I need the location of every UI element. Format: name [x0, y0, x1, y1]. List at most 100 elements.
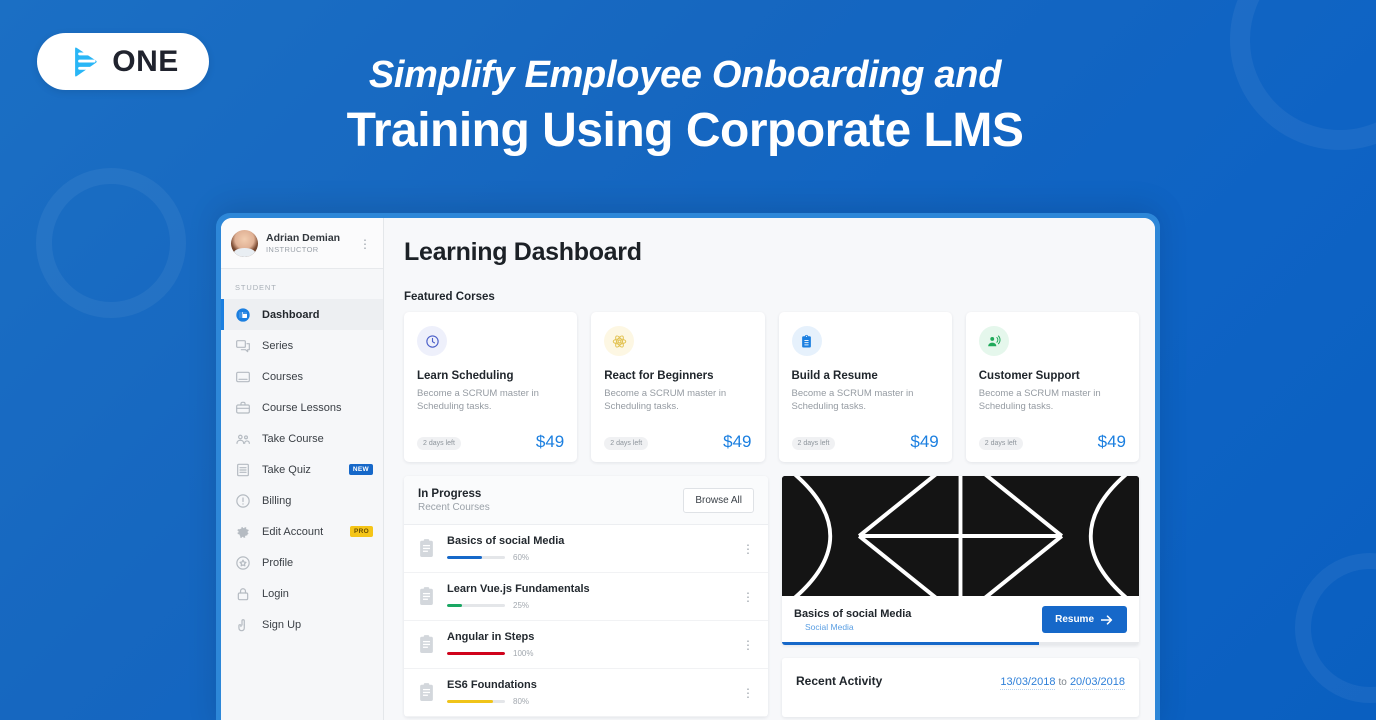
avatar: [231, 230, 258, 257]
sidebar-item-label: Billing: [262, 494, 292, 507]
date-from[interactable]: 13/03/2018: [1000, 676, 1056, 690]
course-card[interactable]: Build a Resume Become a SCRUM master in S…: [778, 312, 952, 462]
featured-courses-label: Featured Corses: [404, 291, 495, 303]
dashboard-icon: [236, 307, 250, 322]
clipboard-icon: [802, 334, 811, 347]
vertical-dots-icon[interactable]: ⋮: [742, 639, 754, 651]
sidebar-item-profile[interactable]: Profile: [221, 547, 383, 578]
sidebar-item-take-course[interactable]: Take Course: [221, 423, 383, 454]
sidebar-item-label: Series: [262, 339, 294, 352]
in-progress-row[interactable]: Angular in Steps 100% ⋮: [404, 621, 768, 669]
course-card-title: Learn Scheduling: [417, 370, 514, 382]
sidebar-item-login[interactable]: Login: [221, 578, 383, 609]
video-subtitle: Social Media: [805, 621, 854, 632]
resume-button[interactable]: Resume: [1042, 606, 1127, 633]
right-column: Basics of social Media Social Media Resu…: [782, 476, 1139, 717]
course-card[interactable]: Customer Support Become a SCRUM master in…: [965, 312, 1139, 462]
headline: Simplify Employee Onboarding and Trainin…: [230, 54, 1140, 159]
background-ring-left: [36, 168, 186, 318]
sidebar-nav-list: Dashboard Series Courses Course Lessons Take…: [221, 299, 383, 640]
progress-bar-fill: [447, 652, 505, 655]
in-progress-panel: In Progress Recent Courses Browse All Ba…: [404, 476, 768, 717]
course-card-description: Become a SCRUM master in Scheduling task…: [791, 388, 914, 413]
sidebar-item-dashboard[interactable]: Dashboard: [221, 299, 383, 330]
date-to[interactable]: 20/03/2018: [1069, 676, 1125, 690]
sidebar-profile[interactable]: Adrian Demian INSTRUCTOR ⋮: [221, 218, 383, 269]
course-card[interactable]: React for Beginners Become a SCRUM master…: [591, 312, 765, 462]
course-card-title: React for Beginners: [604, 370, 714, 382]
course-card-description: Become a SCRUM master in Scheduling task…: [417, 388, 539, 413]
main-content: Learning Dashboard Featured Corses Learn…: [384, 218, 1155, 720]
clipboard-icon: [420, 587, 433, 605]
date-separator: to: [1058, 677, 1067, 688]
course-card-title: Build a Resume: [791, 370, 878, 382]
in-progress-header: In Progress Recent Courses Browse All: [404, 476, 768, 525]
progress-bar: [447, 700, 505, 703]
course-card-price: $49: [535, 432, 565, 451]
recent-activity-header: Recent Activity 13/03/2018 to 20/03/2018: [796, 674, 1125, 690]
support-agent-icon: [988, 335, 1001, 346]
sidebar-item-courses[interactable]: Courses: [221, 361, 383, 392]
chat-bubbles-icon: [236, 339, 250, 352]
sidebar: Adrian Demian INSTRUCTOR ⋮ STUDENT Dashb…: [221, 218, 384, 720]
gear-icon: [237, 526, 249, 538]
in-progress-row[interactable]: ES6 Foundations 80% ⋮: [404, 669, 768, 717]
play-wave-logo-icon: [75, 47, 97, 77]
video-thumbnail[interactable]: [782, 476, 1139, 596]
brand-logo-text: ONE: [112, 44, 179, 78]
sidebar-item-edit-account[interactable]: Edit Account PRO: [221, 516, 383, 547]
star-circle-icon: [236, 555, 250, 570]
vertical-dots-icon[interactable]: ⋮: [742, 687, 754, 699]
video-title: Basics of social Media: [794, 607, 912, 620]
sidebar-item-label: Login: [262, 587, 289, 600]
sidebar-item-sign-up[interactable]: Sign Up: [221, 609, 383, 640]
clipboard-icon: [420, 539, 433, 557]
briefcase-icon: [236, 401, 250, 414]
course-card[interactable]: Learn Scheduling Become a SCRUM master in…: [404, 312, 578, 462]
app-window-inner: Adrian Demian INSTRUCTOR ⋮ STUDENT Dashb…: [221, 218, 1155, 720]
app-window-frame: Adrian Demian INSTRUCTOR ⋮ STUDENT Dashb…: [216, 213, 1160, 720]
profile-name: Adrian Demian: [266, 232, 341, 245]
in-progress-row-title: ES6 Foundations: [447, 679, 537, 691]
headline-line-1: Simplify Employee Onboarding and: [368, 54, 1002, 96]
recent-activity-title: Recent Activity: [796, 674, 883, 688]
course-card-days-left-chip: 2 days left: [791, 437, 836, 450]
course-card-title: Customer Support: [978, 370, 1080, 382]
lower-row: In Progress Recent Courses Browse All Ba…: [404, 476, 1139, 717]
brand-logo: ONE: [37, 33, 209, 90]
window-icon: [236, 371, 250, 382]
sidebar-section-label: STUDENT: [235, 283, 277, 292]
sidebar-item-label: Profile: [262, 556, 294, 569]
in-progress-row-percent: 80%: [513, 697, 530, 706]
video-progress-track[interactable]: [782, 642, 1139, 645]
in-progress-row-title: Learn Vue.js Fundamentals: [447, 583, 590, 595]
sidebar-item-label: Take Course: [262, 432, 324, 445]
vertical-dots-icon[interactable]: ⋮: [742, 543, 754, 555]
in-progress-subtitle: Recent Courses: [418, 502, 490, 513]
progress-bar-fill: [447, 604, 462, 607]
sidebar-badge-pro: PRO: [350, 526, 373, 537]
course-card-icon-badge: [978, 326, 1009, 356]
sidebar-item-label: Take Quiz: [262, 463, 311, 476]
list-icon: [237, 463, 249, 476]
profile-role: INSTRUCTOR: [266, 245, 319, 255]
in-progress-row[interactable]: Basics of social Media 60% ⋮: [404, 525, 768, 573]
sidebar-item-label: Sign Up: [262, 618, 302, 631]
sidebar-item-billing[interactable]: Billing: [221, 485, 383, 516]
in-progress-row-percent: 25%: [513, 601, 530, 610]
vertical-dots-icon[interactable]: ⋮: [357, 238, 373, 250]
recent-activity-date-range[interactable]: 13/03/2018 to 20/03/2018: [1000, 676, 1125, 690]
sidebar-item-course-lessons[interactable]: Course Lessons: [221, 392, 383, 423]
arrow-right-icon: [1101, 614, 1113, 625]
in-progress-row[interactable]: Learn Vue.js Fundamentals 25% ⋮: [404, 573, 768, 621]
course-card-days-left-chip: 2 days left: [417, 437, 461, 450]
sidebar-item-take-quiz[interactable]: Take Quiz NEW: [221, 454, 383, 485]
alert-circle-icon: [236, 493, 250, 508]
browse-all-button[interactable]: Browse All: [683, 488, 754, 513]
vertical-dots-icon[interactable]: ⋮: [742, 591, 754, 603]
course-card-description: Become a SCRUM master in Scheduling task…: [978, 388, 1101, 413]
course-card-days-left-chip: 2 days left: [978, 437, 1023, 450]
in-progress-row-percent: 60%: [513, 553, 530, 562]
video-card[interactable]: Basics of social Media Social Media Resu…: [782, 476, 1139, 645]
sidebar-item-series[interactable]: Series: [221, 330, 383, 361]
